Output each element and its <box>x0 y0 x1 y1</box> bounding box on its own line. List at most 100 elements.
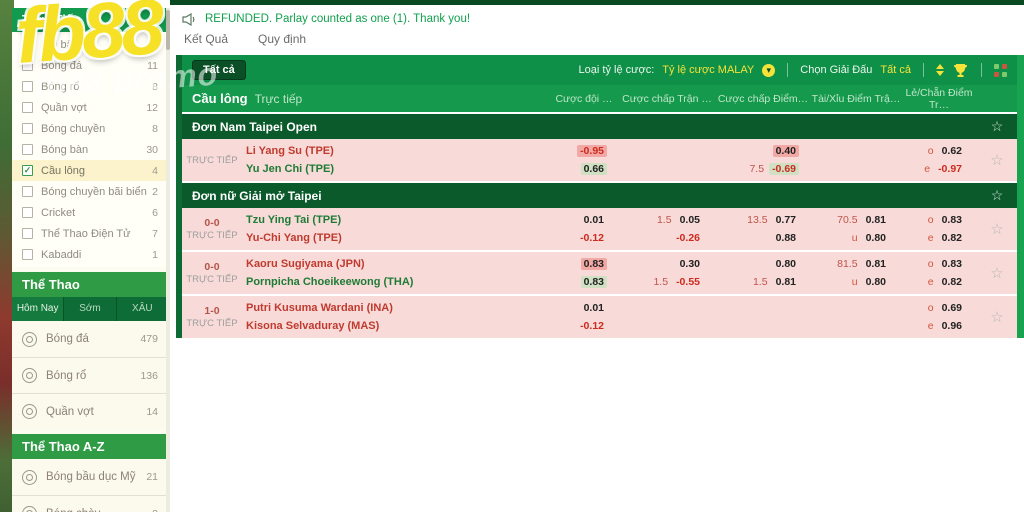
odds-value[interactable]: 0.77 <box>773 214 799 226</box>
odds-type-value[interactable]: Tỷ lệ cược MALAY <box>662 64 754 76</box>
player-name[interactable]: Yu-Chi Yang (TPE) <box>242 232 549 244</box>
main-content: REFUNDED. Parlay counted as one (1). Tha… <box>170 0 1024 512</box>
sidebar-item-bóng-rổ[interactable]: Bóng rổ 136 <box>12 357 168 393</box>
odds-value[interactable]: -0.12 <box>577 232 607 244</box>
checkbox-icon[interactable] <box>22 102 33 113</box>
odds-value[interactable]: 0.82 <box>939 276 965 288</box>
favorite-star-icon[interactable]: ☆ <box>977 299 1017 335</box>
favorite-star-icon[interactable]: ☆ <box>977 211 1017 247</box>
odds-value[interactable]: -0.12 <box>577 320 607 332</box>
column-over-under[interactable]: Tài/Xỉu Điểm Trậ… <box>811 93 901 105</box>
sidebar-tab-sớm[interactable]: Sớm <box>64 297 117 321</box>
column-header-bar: Cầu lông Trực tiếp Cược đội … Cược chấp … <box>182 85 1017 112</box>
sidebar-item-bóng-chày[interactable]: Bóng chày 2 <box>12 495 168 512</box>
odds-value[interactable]: -0.95 <box>577 145 607 157</box>
player-name[interactable]: Kisona Selvaduray (MAS) <box>242 320 549 332</box>
filter-label: Thể Thao Điện Tử <box>41 227 131 240</box>
column-match-handicap[interactable]: Cược chấp Trận … <box>619 93 715 105</box>
odds-value[interactable]: -0.55 <box>673 276 703 288</box>
odds-value[interactable]: 0.96 <box>939 320 965 332</box>
handicap-line: 13.5 <box>747 214 768 226</box>
sidebar-item-bóng-đá[interactable]: Bóng đá 479 <box>12 321 168 357</box>
column-odd-even[interactable]: Lẻ/Chẵn Điểm Tr… <box>901 87 977 111</box>
odds-value[interactable]: 0.66 <box>580 163 607 175</box>
odds-value[interactable]: 0.83 <box>939 214 965 226</box>
sidebar-filter-quần-vợt[interactable]: Quần vợt 12 <box>12 97 168 118</box>
player-name[interactable]: Putri Kusuma Wardani (INA) <box>242 302 549 314</box>
player-name[interactable]: Tzu Ying Tai (TPE) <box>242 214 549 226</box>
sidebar-filter-kabaddi[interactable]: Kabaddi 1 <box>12 244 168 265</box>
odds-value[interactable]: -0.26 <box>673 232 703 244</box>
odds-value[interactable]: -0.69 <box>769 163 799 175</box>
odds-value[interactable]: 0.81 <box>863 214 889 226</box>
checkbox-icon[interactable] <box>22 81 33 92</box>
odds-value[interactable]: 0.05 <box>677 214 703 226</box>
checkbox-icon[interactable] <box>22 39 33 50</box>
sidebar-filter-nổi-bật[interactable]: Nổi bật 8 <box>12 34 168 55</box>
checkbox-icon[interactable] <box>22 123 33 134</box>
moneyline-odds-cell: 0.83 <box>549 276 619 288</box>
odds-value[interactable]: 0.83 <box>939 258 965 270</box>
league-select-value[interactable]: Tất cả <box>880 64 911 76</box>
view-toggle-icon[interactable] <box>994 63 1007 77</box>
odds-value[interactable]: 0.80 <box>773 258 799 270</box>
odds-value[interactable]: 0.83 <box>580 276 607 288</box>
odds-value[interactable]: 0.01 <box>581 302 607 314</box>
odds-value[interactable]: 0.40 <box>772 145 799 157</box>
odds-value[interactable]: 0.30 <box>677 258 703 270</box>
all-filter-button[interactable]: Tất cả <box>192 60 246 80</box>
player-name[interactable]: Yu Jen Chi (TPE) <box>242 163 549 175</box>
favorite-star-icon[interactable]: ☆ <box>977 142 1017 178</box>
player-name[interactable]: Kaoru Sugiyama (JPN) <box>242 258 549 270</box>
odds-value[interactable]: -0.97 <box>935 163 965 175</box>
sidebar-filter-bóng-đá[interactable]: Bóng đá 11 <box>12 55 168 76</box>
favorite-star-icon[interactable]: ☆ <box>977 118 1017 135</box>
sort-icon[interactable] <box>936 64 944 76</box>
sidebar-filter-bóng-bàn[interactable]: Bóng bàn 30 <box>12 139 168 160</box>
checkbox-icon[interactable] <box>22 249 33 260</box>
player-name[interactable]: Pornpicha Choeikeewong (THA) <box>242 276 549 288</box>
sidebar-filter-cầu-lông[interactable]: ✓ Cầu lông 4 <box>12 160 168 181</box>
odds-value[interactable]: 0.81 <box>863 258 889 270</box>
odds-value[interactable]: 0.01 <box>581 214 607 226</box>
match-handicap-cell: 1.5 0.05 <box>619 214 715 226</box>
sidebar-filter-bóng-chuyền-bãi-biển[interactable]: Bóng chuyền bãi biển 2 <box>12 181 168 202</box>
sidebar-live-header: Trực Tiếp <box>12 8 168 32</box>
sidebar-tab-xâu[interactable]: XÂU <box>117 297 168 321</box>
divider <box>923 63 924 77</box>
sidebar-tab-hôm-nay[interactable]: Hôm Nay <box>12 297 65 321</box>
column-points-handicap[interactable]: Cược chấp Điểm… <box>715 93 811 105</box>
checkbox-icon[interactable] <box>22 228 33 239</box>
odds-value[interactable]: 0.80 <box>863 276 889 288</box>
odds-value[interactable]: 0.69 <box>939 302 965 314</box>
sidebar-item-bóng-bầu-dục-mỹ[interactable]: Bóng bầu dục Mỹ 21 <box>12 459 168 495</box>
favorite-star-icon[interactable]: ☆ <box>977 255 1017 291</box>
trophy-icon[interactable] <box>952 63 969 78</box>
favorite-star-icon[interactable]: ☆ <box>977 187 1017 204</box>
odds-value[interactable]: 0.88 <box>773 232 799 244</box>
checkbox-icon[interactable] <box>22 144 33 155</box>
sidebar-filter-bóng-rổ[interactable]: Bóng rổ 8 <box>12 76 168 97</box>
odds-value[interactable]: 0.80 <box>863 232 889 244</box>
player-name[interactable]: Li Yang Su (TPE) <box>242 145 549 157</box>
sidebar-sports-menu: Bóng đá 479 Bóng rổ 136 Quần vợt 14 <box>12 321 168 429</box>
odd-even-cell: o 0.62 <box>901 145 977 157</box>
odds-value[interactable]: 0.81 <box>773 276 799 288</box>
odds-value[interactable]: 0.82 <box>939 232 965 244</box>
checkbox-icon[interactable] <box>22 186 33 197</box>
nav-rules-link[interactable]: Quy định <box>258 32 306 54</box>
checkbox-icon[interactable] <box>22 207 33 218</box>
sidebar-item-quần-vợt[interactable]: Quần vợt 14 <box>12 393 168 429</box>
checkbox-icon[interactable] <box>22 60 33 71</box>
sidebar-filter-thể-thao-điện-tử[interactable]: Thể Thao Điện Tử 7 <box>12 223 168 244</box>
sidebar-filter-list: Nổi bật 8 Bóng đá 11 Bóng rổ 8 Quần vợt 12 Bóng … <box>12 32 168 267</box>
baseball-icon <box>22 506 37 512</box>
odds-value[interactable]: 0.83 <box>580 258 607 270</box>
odds-type-dropdown-icon[interactable]: ▾ <box>762 63 776 77</box>
sidebar-filter-bóng-chuyền[interactable]: Bóng chuyền 8 <box>12 118 168 139</box>
odds-value[interactable]: 0.62 <box>939 145 965 157</box>
checkbox-checked-icon[interactable]: ✓ <box>22 165 33 176</box>
column-moneyline[interactable]: Cược đội … <box>549 93 619 105</box>
sidebar-filter-cricket[interactable]: Cricket 6 <box>12 202 168 223</box>
nav-results-link[interactable]: Kết Quả <box>184 32 228 54</box>
